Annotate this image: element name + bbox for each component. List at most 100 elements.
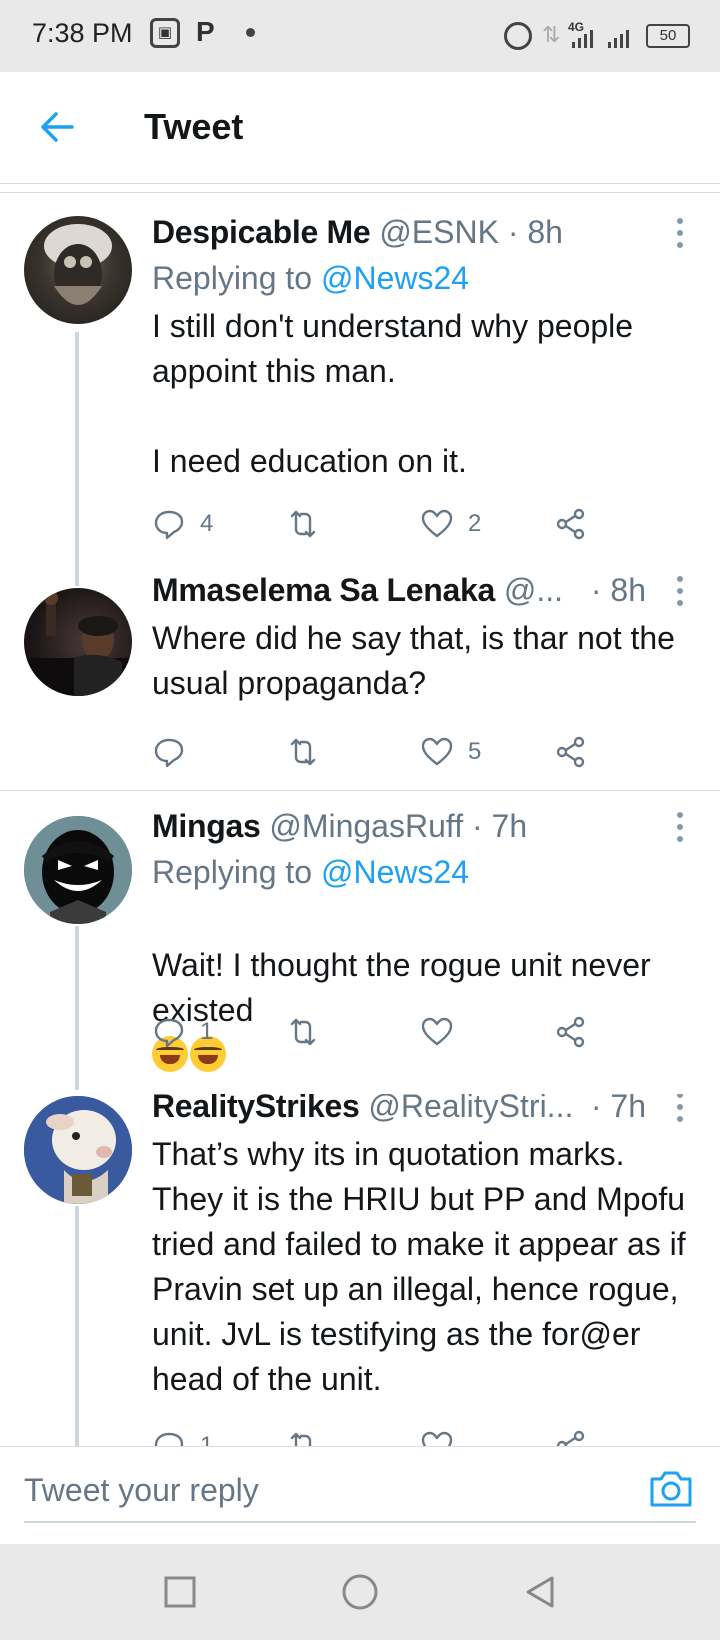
heart-icon xyxy=(421,509,453,538)
data-transfer-icon: ⇅ xyxy=(542,22,561,47)
tweet-time: · 7h xyxy=(471,808,528,844)
reply-icon xyxy=(154,1018,184,1048)
signal-strength-icon xyxy=(572,28,593,48)
retweet-icon xyxy=(290,510,316,538)
replying-to: Replying to @News24 xyxy=(152,854,469,891)
system-nav-bar xyxy=(0,1544,720,1640)
author-name[interactable]: RealityStrikes xyxy=(152,1094,360,1124)
gallery-app-icon: ▣ xyxy=(150,18,180,48)
replying-to-handle[interactable]: @News24 xyxy=(321,854,469,890)
more-options-icon[interactable] xyxy=(672,1094,688,1126)
tweet[interactable]: RealityStrikes @RealityStri... · 7h That… xyxy=(0,1094,720,1446)
like-button[interactable]: 5 xyxy=(420,732,481,772)
more-options-icon[interactable] xyxy=(672,218,688,252)
avatar-image xyxy=(24,591,132,696)
more-options-icon[interactable] xyxy=(672,812,688,846)
tweet-text: Where did he say that, is thar not the u… xyxy=(152,620,675,701)
replying-to-handle[interactable]: @News24 xyxy=(321,260,469,296)
author-handle[interactable]: @RealityStri... xyxy=(368,1094,573,1124)
reply-button[interactable] xyxy=(152,732,200,772)
avatar[interactable] xyxy=(24,1096,132,1204)
tweet-header: Despicable Me @ESNK · 8h xyxy=(152,214,563,251)
avatar-image xyxy=(24,816,132,924)
tweet-actions: 4 2 xyxy=(152,504,632,544)
reply-composer xyxy=(0,1446,720,1544)
reply-count: 1 xyxy=(200,1432,214,1446)
thread-line xyxy=(75,926,79,1090)
tweet-time: · 8h xyxy=(590,572,646,608)
author-handle[interactable]: @ESNK xyxy=(379,214,499,250)
like-count: 2 xyxy=(468,510,482,537)
notification-dot-icon xyxy=(246,28,255,37)
tweet-header: Mmaselema Sa Lenaka @... xyxy=(152,572,563,609)
avatar[interactable] xyxy=(24,588,132,696)
home-button[interactable] xyxy=(340,1572,380,1612)
reply-icon xyxy=(154,510,184,540)
replying-to: Replying to @News24 xyxy=(152,260,469,297)
reply-count: 4 xyxy=(200,510,214,537)
thread-line xyxy=(75,332,79,586)
tweet-text: I still don't understand why people appo… xyxy=(152,308,634,479)
circle-icon xyxy=(342,1574,378,1610)
back-nav-button[interactable] xyxy=(520,1572,560,1612)
reply-icon xyxy=(154,738,184,768)
reply-button[interactable]: 4 xyxy=(152,504,213,544)
back-button[interactable] xyxy=(34,102,84,152)
heart-icon xyxy=(421,1431,453,1446)
retweet-button[interactable] xyxy=(286,1426,334,1446)
avatar-image xyxy=(44,224,112,305)
share-button[interactable] xyxy=(554,732,588,772)
more-options-icon[interactable] xyxy=(672,576,688,610)
p-app-icon: P xyxy=(196,16,215,47)
tweet-time: · 8h xyxy=(507,214,563,250)
replying-to-label: Replying to xyxy=(152,854,321,890)
author-name[interactable]: Mmaselema Sa Lenaka xyxy=(152,572,495,608)
retweet-button[interactable] xyxy=(286,504,334,544)
avatar-image xyxy=(24,1096,132,1204)
retweet-button[interactable] xyxy=(286,1012,334,1052)
author-handle[interactable]: @... xyxy=(504,572,563,608)
author-name[interactable]: Mingas xyxy=(152,808,261,844)
author-handle[interactable]: @MingasRuff xyxy=(269,808,463,844)
avatar[interactable] xyxy=(24,816,132,924)
reply-input[interactable] xyxy=(24,1459,696,1523)
reply-icon xyxy=(154,1432,184,1446)
share-icon xyxy=(556,736,585,768)
page-title: Tweet xyxy=(144,106,244,147)
share-icon xyxy=(556,508,585,540)
tweet-actions: 1 xyxy=(152,1426,632,1446)
retweet-button[interactable] xyxy=(286,732,334,772)
signal-strength-2-icon xyxy=(608,28,629,48)
reply-button[interactable]: 1 xyxy=(152,1426,213,1446)
author-name[interactable]: Despicable Me xyxy=(152,214,371,250)
like-button[interactable]: 2 xyxy=(420,504,481,544)
tweet-header: Mingas @MingasRuff · 7h xyxy=(152,808,527,845)
thread-divider xyxy=(0,790,720,791)
alarm-icon xyxy=(504,22,532,50)
header-divider xyxy=(0,192,720,193)
like-button[interactable] xyxy=(420,1012,468,1052)
camera-button[interactable] xyxy=(648,1469,694,1509)
tweet-text: That’s why its in quotation marks. They … xyxy=(152,1136,686,1397)
recents-button[interactable] xyxy=(160,1572,200,1612)
thread-line xyxy=(75,1206,79,1446)
triangle-back-icon xyxy=(526,1576,554,1608)
reply-count: 1 xyxy=(200,1018,214,1045)
tweet-actions: 1 xyxy=(152,1012,632,1052)
tweet-time: · 7h xyxy=(590,1094,646,1124)
share-button[interactable] xyxy=(554,1426,588,1446)
avatar[interactable] xyxy=(24,216,132,324)
reply-button[interactable]: 1 xyxy=(152,1012,213,1052)
square-icon xyxy=(164,1576,196,1608)
retweet-icon xyxy=(290,1432,312,1446)
heart-icon xyxy=(421,1017,453,1046)
heart-icon xyxy=(421,737,453,766)
share-button[interactable] xyxy=(554,1012,588,1052)
status-time: 7:38 PM xyxy=(32,18,133,48)
camera-icon xyxy=(650,1471,692,1507)
header: Tweet xyxy=(0,72,720,184)
tweet-actions: 5 xyxy=(152,732,632,772)
share-icon xyxy=(556,1016,585,1048)
like-button[interactable] xyxy=(420,1426,468,1446)
share-button[interactable] xyxy=(554,504,588,544)
